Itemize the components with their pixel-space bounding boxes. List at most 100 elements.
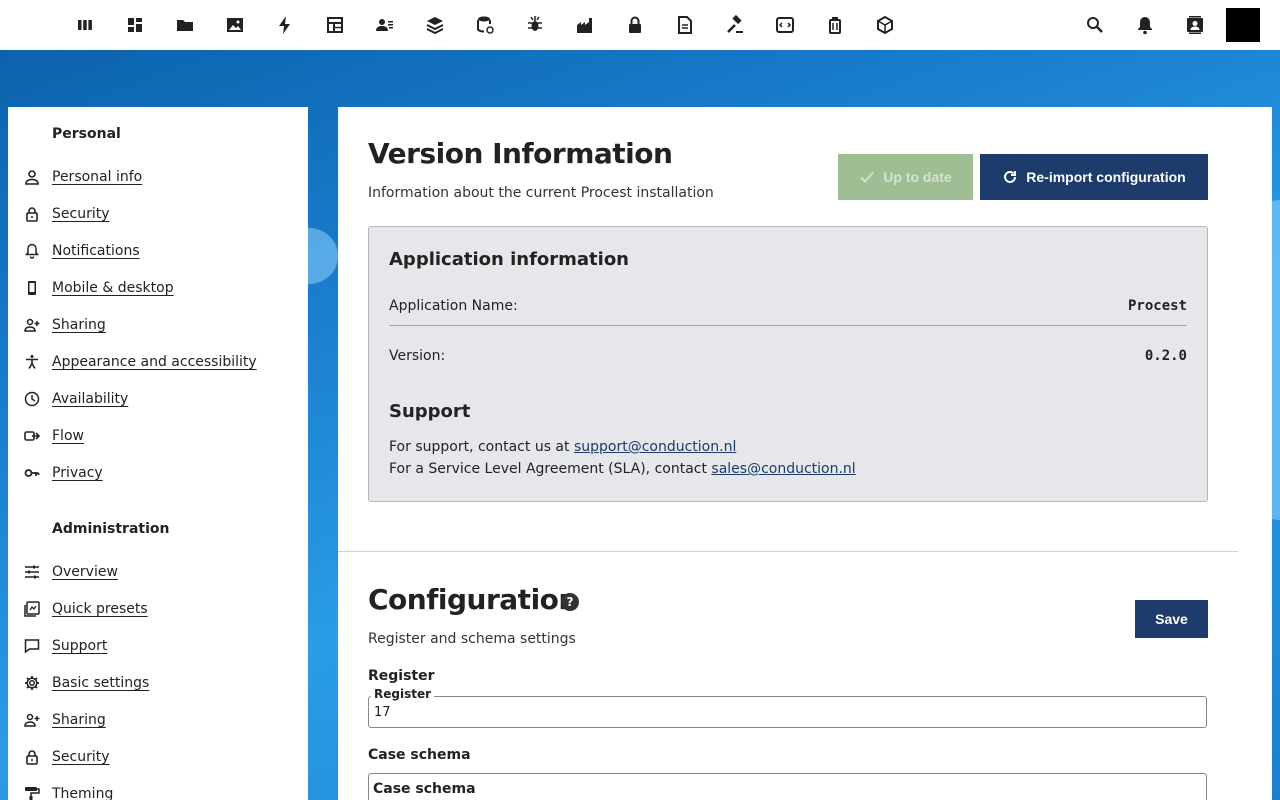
register-select[interactable]: Register 17 [368, 687, 1207, 728]
dashboard-grid-icon[interactable] [110, 0, 160, 50]
key-icon [24, 465, 40, 481]
sliders-icon [24, 564, 40, 580]
refresh-icon [1004, 170, 1017, 183]
search-icon[interactable] [1070, 0, 1120, 50]
share-user-icon [24, 712, 40, 728]
sidebar-item-quick-presets[interactable]: Quick presets [8, 590, 308, 627]
database-icon[interactable] [460, 0, 510, 50]
sidebar-item-mobile-desktop[interactable]: Mobile & desktop [8, 269, 308, 306]
version-value: 0.2.0 [1144, 348, 1187, 364]
factory-icon[interactable] [560, 0, 610, 50]
layers-icon[interactable] [410, 0, 460, 50]
user-icon [24, 169, 40, 185]
app-name-label: Application Name: [389, 298, 518, 314]
gear-icon [24, 675, 40, 691]
bug-icon[interactable] [510, 0, 560, 50]
configuration-subtitle: Register and schema settings [368, 631, 576, 647]
sidebar-item-label: Support [52, 637, 108, 654]
sidebar-item-label: Personal info [52, 168, 143, 185]
register-legend: Register [371, 687, 435, 701]
app-name-value: Procest [1127, 298, 1187, 314]
sidebar-item-support[interactable]: Support [8, 627, 308, 664]
sidebar-item-label: Sharing [52, 711, 106, 728]
save-button[interactable]: Save [1135, 600, 1208, 638]
sidebar-item-personal-info[interactable]: Personal info [8, 158, 308, 195]
check-icon [860, 171, 875, 183]
sidebar-item-label: Availability [52, 390, 129, 407]
support-title: Support [389, 401, 471, 422]
sidebar-item-flow[interactable]: Flow [8, 417, 308, 454]
reimport-label: Re-import configuration [1026, 169, 1186, 185]
sidebar-item-theming[interactable]: Theming [8, 775, 308, 800]
avatar[interactable] [1226, 8, 1260, 42]
sidebar-item-admin-security[interactable]: Security [8, 738, 308, 775]
sidebar-item-label: Flow [52, 427, 84, 444]
sidebar-item-overview[interactable]: Overview [8, 553, 308, 590]
case-schema-select[interactable]: Case schema [368, 773, 1207, 800]
configuration-title: Configuration [368, 583, 578, 616]
document-icon[interactable] [660, 0, 710, 50]
support-line: For support, contact us at support@condu… [389, 439, 736, 455]
sidebar-item-label: Security [52, 748, 110, 765]
sidebar-item-label: Sharing [52, 316, 106, 333]
app-menu [60, 0, 910, 50]
divider [389, 325, 1187, 326]
contacts-icon[interactable] [360, 0, 410, 50]
dashboard-columns-icon[interactable] [60, 0, 110, 50]
paint-roller-icon [24, 786, 40, 800]
help-icon[interactable]: ? [561, 593, 579, 611]
sidebar-item-privacy[interactable]: Privacy [8, 454, 308, 491]
top-navigation-bar [0, 0, 1280, 50]
sla-email-link[interactable]: sales@conduction.nl [711, 461, 855, 477]
trash-icon[interactable] [810, 0, 860, 50]
up-to-date-button[interactable]: Up to date [838, 154, 973, 200]
sidebar-item-sharing[interactable]: Sharing [8, 306, 308, 343]
share-user-icon [24, 317, 40, 333]
presets-icon [24, 600, 40, 617]
sidebar-item-label: Mobile & desktop [52, 279, 174, 296]
application-info-title: Application information [389, 249, 629, 270]
case-schema-legend: Case schema [373, 781, 476, 797]
version-title: Version Information [368, 137, 673, 170]
sla-line: For a Service Level Agreement (SLA), con… [389, 461, 856, 477]
application-info-box: Application information Application Name… [368, 226, 1208, 502]
sla-prefix: For a Service Level Agreement (SLA), con… [389, 461, 712, 477]
clock-icon [24, 391, 40, 407]
sidebar-item-label: Notifications [52, 242, 140, 259]
sidebar-item-availability[interactable]: Availability [8, 380, 308, 417]
sidebar-item-notifications[interactable]: Notifications [8, 232, 308, 269]
version-label: Version: [389, 348, 446, 364]
chat-icon [24, 638, 40, 654]
lock-icon [24, 749, 40, 765]
tables-icon[interactable] [310, 0, 360, 50]
administration-section-title: Administration [52, 521, 170, 537]
main-content: Version Information Information about th… [338, 107, 1272, 800]
lock-icon[interactable] [610, 0, 660, 50]
support-email-link[interactable]: support@conduction.nl [574, 439, 736, 455]
code-icon[interactable] [760, 0, 810, 50]
notifications-bell-icon[interactable] [1120, 0, 1170, 50]
reimport-configuration-button[interactable]: Re-import configuration [980, 154, 1208, 200]
version-row: Version: 0.2.0 [389, 336, 1187, 376]
sidebar-item-label: Security [52, 205, 110, 222]
sidebar-item-security[interactable]: Security [8, 195, 308, 232]
sidebar-item-appearance[interactable]: Appearance and accessibility [8, 343, 308, 380]
sidebar-item-label: Basic settings [52, 674, 150, 691]
sidebar-item-basic-settings[interactable]: Basic settings [8, 664, 308, 701]
personal-section-title: Personal [52, 126, 121, 142]
package-icon[interactable] [860, 0, 910, 50]
sidebar-item-label: Quick presets [52, 600, 148, 617]
bell-icon [24, 243, 40, 259]
activity-lightning-icon[interactable] [260, 0, 310, 50]
lock-icon [24, 206, 40, 222]
support-prefix: For support, contact us at [389, 439, 574, 455]
gavel-icon[interactable] [710, 0, 760, 50]
photos-image-icon[interactable] [210, 0, 260, 50]
contacts-menu-icon[interactable] [1170, 0, 1220, 50]
register-label: Register [368, 668, 435, 684]
sidebar-item-admin-sharing[interactable]: Sharing [8, 701, 308, 738]
settings-sidebar: Personal Personal info Security Notifica… [8, 107, 308, 800]
register-value: 17 [374, 705, 391, 720]
top-right-actions [1070, 0, 1260, 50]
files-folder-icon[interactable] [160, 0, 210, 50]
